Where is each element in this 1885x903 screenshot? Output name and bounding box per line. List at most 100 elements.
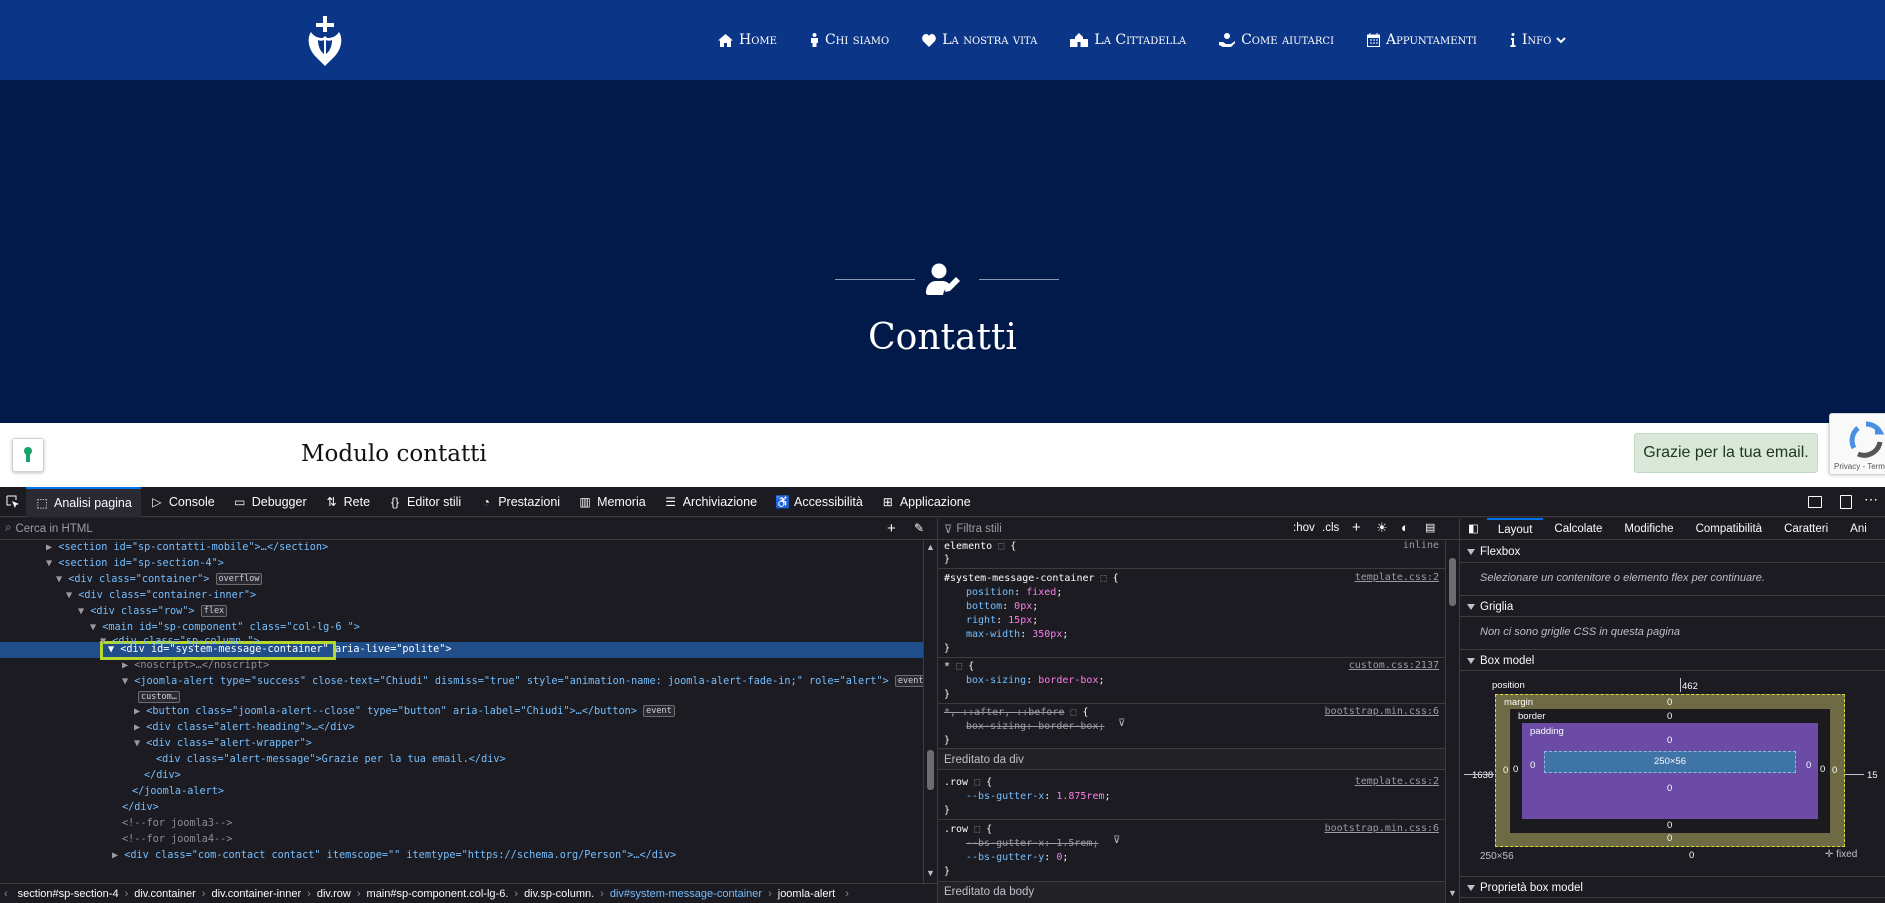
rule-declaration[interactable]: bottom: 0px;	[966, 600, 1038, 614]
scroll-thumb[interactable]	[927, 750, 934, 790]
dock-icon[interactable]	[1840, 495, 1852, 509]
collapse-icon[interactable]: ▼	[66, 590, 78, 601]
accessibility-button[interactable]	[12, 438, 44, 472]
breadcrumb-item[interactable]: joomla-alert	[772, 888, 841, 900]
eyedropper-icon[interactable]: ✎	[914, 521, 924, 535]
filter-funnel-icon[interactable]: ⊽	[1118, 718, 1125, 729]
markup-line[interactable]: ▶ <div class="com-contact contact" items…	[112, 848, 676, 864]
tab-performance[interactable]: ◔ Prestazioni	[470, 487, 569, 517]
tab-network[interactable]: ⇅ Rete	[316, 487, 379, 517]
rule-declaration[interactable]: max-width: 350px;	[966, 628, 1068, 642]
markup-line[interactable]: ▶ <section id="sp-contatti-mobile">…</se…	[46, 540, 328, 556]
nav-la-nostra-vita[interactable]: La nostra vita	[922, 32, 1037, 48]
cls-toggle[interactable]: .cls	[1322, 522, 1339, 534]
logo-icon[interactable]	[305, 14, 345, 68]
bm-margin-left[interactable]: 0	[1503, 765, 1508, 776]
tab-compatibility[interactable]: Compatibilità	[1685, 518, 1773, 540]
tab-storage[interactable]: ☰ Archiviazione	[655, 487, 766, 517]
expand-icon[interactable]: ▶	[134, 706, 146, 717]
event-badge[interactable]: event	[894, 675, 923, 687]
markup-line[interactable]: ▼ <div class="row"> flex	[78, 604, 228, 620]
markup-line[interactable]: ▼ <section id="sp-section-4">	[46, 556, 224, 572]
expand-icon[interactable]: ▶	[46, 542, 58, 553]
bm-margin-top[interactable]: 0	[1667, 697, 1672, 708]
scroll-up-icon[interactable]: ▲	[926, 542, 935, 552]
rule-source[interactable]: bootstrap.min.css:6	[1325, 706, 1439, 717]
nav-home[interactable]: Home	[718, 32, 777, 48]
nav-info[interactable]: Info	[1510, 32, 1572, 48]
tab-computed[interactable]: Calcolate	[1543, 518, 1613, 540]
bm-padding-right[interactable]: 0	[1806, 760, 1811, 771]
rule-selector[interactable]: *, ::after, ::before ⬚ {	[944, 706, 1089, 720]
tab-fonts[interactable]: Caratteri	[1773, 518, 1839, 540]
markup-scrollbar[interactable]: ▲ ▼	[923, 540, 937, 883]
dark-theme-icon[interactable]: ◐	[1401, 520, 1409, 535]
html-search-input[interactable]: Cerca in HTML	[15, 523, 92, 535]
tab-inspector[interactable]: ⬚ Analisi pagina	[26, 486, 141, 517]
rule-declaration[interactable]: position: fixed;	[966, 586, 1062, 600]
nav-come-aiutarci[interactable]: Come aiutarci	[1219, 32, 1334, 48]
breadcrumb-item[interactable]: div.row	[311, 888, 357, 900]
bm-padding-left[interactable]: 0	[1530, 760, 1535, 771]
boxmodel-section-header[interactable]: Box model	[1460, 649, 1885, 671]
bm-margin-bottom[interactable]: 0	[1667, 833, 1672, 844]
nav-chi-siamo[interactable]: Chi siamo	[810, 32, 889, 48]
boxmodel-props-header[interactable]: Proprietà box model	[1460, 876, 1885, 898]
markup-line[interactable]: ▼ <div class="container-inner">	[66, 588, 256, 604]
overflow-badge[interactable]: overflow	[215, 573, 263, 585]
filter-styles-input[interactable]: Filtra stili	[956, 523, 1001, 535]
scroll-down-icon[interactable]: ▼	[926, 868, 935, 878]
add-rule-icon[interactable]: +	[1352, 519, 1361, 536]
rule-selector[interactable]: #system-message-container ⬚ {	[944, 572, 1119, 586]
grid-section-header[interactable]: Griglia	[1460, 595, 1885, 617]
rule-declaration[interactable]: box-sizing: border-box;	[966, 674, 1105, 688]
breadcrumb-item[interactable]: div.sp-column.	[518, 888, 600, 900]
markup-line[interactable]: <div class="alert-message">Grazie per la…	[156, 752, 506, 768]
markup-line[interactable]: ▶ <button class="joomla-alert--close" ty…	[134, 704, 675, 720]
rule-declaration[interactable]: right: 15px;	[966, 614, 1038, 628]
recaptcha-badge[interactable]: Privacy - Term	[1829, 413, 1885, 475]
tab-accessibility[interactable]: ♿ Accessibilità	[766, 487, 872, 517]
bm-margin-right[interactable]: 0	[1832, 765, 1837, 776]
markup-line[interactable]: <!--for joomla4-->	[122, 832, 232, 848]
tab-console[interactable]: ▷ Console	[141, 487, 224, 517]
rule-declaration[interactable]: --bs-gutter-x: 1.875rem;	[966, 790, 1111, 804]
markup-line[interactable]: ▼ <div class="alert-wrapper">	[134, 736, 312, 752]
rule-declaration[interactable]: --bs-gutter-y: 0;	[966, 851, 1068, 865]
add-node-icon[interactable]: +	[887, 520, 896, 537]
rule-selector[interactable]: .row ⬚ {	[944, 776, 992, 790]
nav-appuntamenti[interactable]: Appuntamenti	[1367, 32, 1477, 48]
collapse-icon[interactable]: ▼	[90, 622, 102, 633]
tab-application[interactable]: ⊞ Applicazione	[872, 487, 980, 517]
event-badge[interactable]: event	[643, 705, 675, 717]
markup-line[interactable]: <!--for joomla3-->	[122, 816, 232, 832]
bm-position-left[interactable]: 1638	[1472, 770, 1493, 781]
breadcrumb-arrow-icon[interactable]: ‹	[0, 888, 12, 900]
nav-la-cittadella[interactable]: La Cittadella	[1070, 32, 1186, 48]
markup-line[interactable]: ▶ <div class="alert-heading">…</div>	[134, 720, 355, 736]
tab-layout[interactable]: Layout	[1486, 518, 1544, 540]
tab-memory[interactable]: ▥ Memoria	[569, 487, 655, 517]
tab-changes[interactable]: Modifiche	[1613, 518, 1684, 540]
rule-declaration-overridden[interactable]: box-sizing: border-box;	[966, 720, 1105, 734]
custom-badge[interactable]: custom…	[138, 691, 180, 703]
bm-position-top[interactable]: 462	[1682, 681, 1698, 692]
markup-line[interactable]: ▼ <joomla-alert type="success" close-tex…	[122, 674, 923, 690]
rule-selector[interactable]: * ⬚ {	[944, 660, 974, 674]
print-media-icon[interactable]: ▤	[1425, 521, 1435, 534]
expand-icon[interactable]: ▶	[122, 660, 134, 671]
tab-debugger[interactable]: ▭ Debugger	[224, 487, 316, 517]
collapse-icon[interactable]: ▼	[56, 574, 68, 585]
rule-selector[interactable]: elemento ⬚ {	[944, 540, 1016, 554]
tab-animations[interactable]: Ani	[1839, 518, 1878, 540]
more-options-icon[interactable]: ⋯	[1864, 491, 1878, 508]
responsive-icon[interactable]	[1808, 496, 1822, 508]
rule-source[interactable]: template.css:2	[1355, 572, 1439, 583]
bm-border-bottom[interactable]: 0	[1667, 820, 1672, 831]
markup-line[interactable]: ▼ <div class="container"> overflow	[56, 572, 263, 588]
expand-icon[interactable]: ▶	[112, 850, 124, 861]
markup-line-selected[interactable]: ▼ <div id="system-message-container" ari…	[108, 642, 452, 658]
hov-toggle[interactable]: :hov	[1293, 522, 1315, 534]
scroll-thumb[interactable]	[1449, 558, 1456, 606]
sidebar-toggle-icon[interactable]: ◧	[1460, 518, 1487, 540]
